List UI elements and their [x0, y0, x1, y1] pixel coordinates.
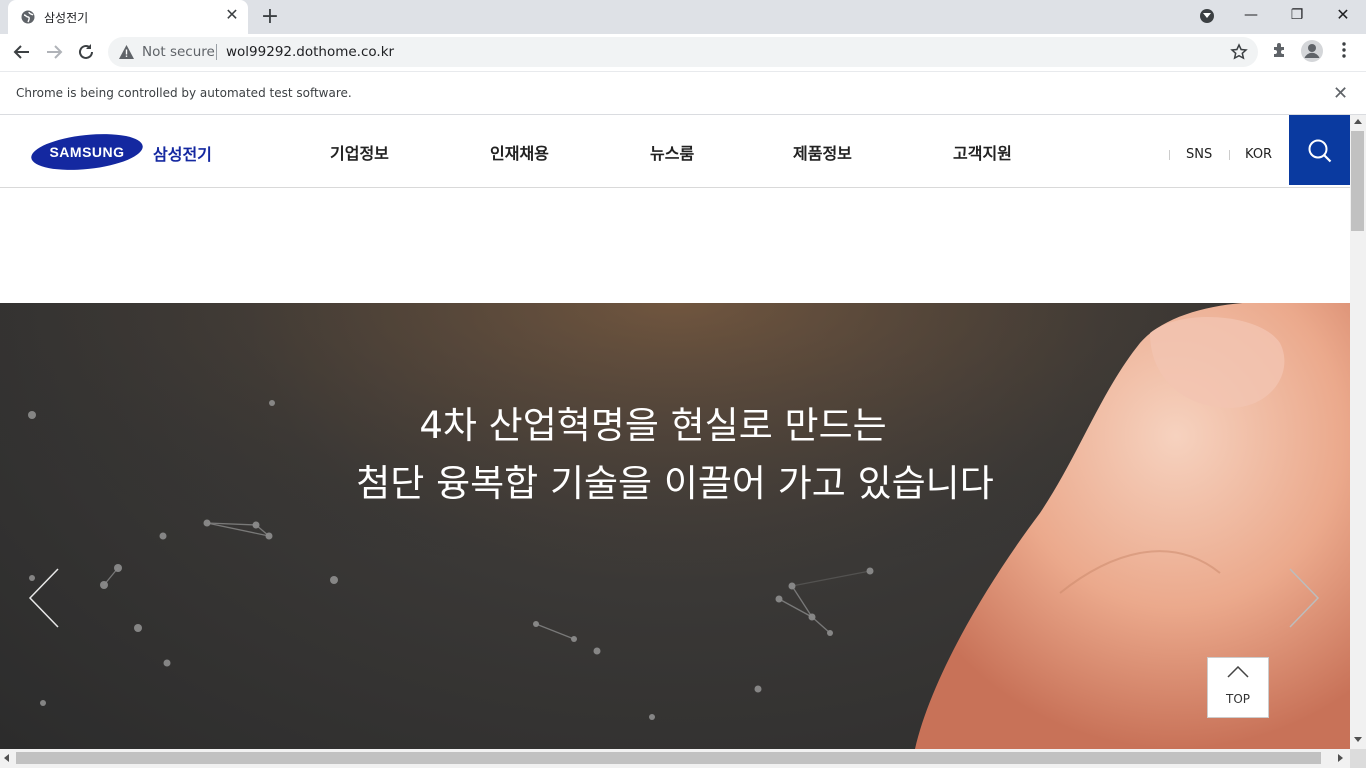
globe-icon [21, 10, 35, 24]
nav-item-careers[interactable]: 인재채용 [490, 140, 549, 164]
browser-tab[interactable]: 삼성전기 ✕ [8, 0, 248, 34]
hero-headline-line2: 첨단 융복합 기술을 이끌어 가고 있습니다 [356, 462, 994, 505]
util-divider [1169, 150, 1170, 160]
security-label[interactable]: Not secure [142, 44, 215, 60]
scroll-down-arrow[interactable] [1354, 737, 1362, 742]
close-window-button[interactable]: ✕ [1320, 0, 1366, 30]
vertical-scroll-thumb[interactable] [1351, 131, 1364, 231]
minimize-button[interactable]: — [1228, 0, 1274, 30]
horizontal-scrollbar[interactable] [0, 749, 1350, 768]
sns-link[interactable]: SNS [1186, 147, 1212, 162]
restore-button[interactable]: ❐ [1274, 0, 1320, 30]
scroll-right-arrow[interactable] [1338, 754, 1343, 762]
warning-icon [119, 45, 134, 59]
back-icon[interactable] [8, 38, 36, 66]
address-bar[interactable]: Not secure wol99292.dothome.co.kr [108, 37, 1258, 67]
browser-toolbar: Not secure wol99292.dothome.co.kr [0, 34, 1366, 71]
url-text[interactable]: wol99292.dothome.co.kr [226, 44, 394, 60]
nav-item-company[interactable]: 기업정보 [330, 140, 389, 164]
chevron-right-icon[interactable] [1288, 568, 1320, 628]
chevron-up-icon [1227, 666, 1249, 678]
tab-close-icon[interactable]: ✕ [224, 7, 240, 23]
util-divider [1229, 150, 1230, 160]
chevron-left-icon[interactable] [28, 568, 60, 628]
site-header: SAMSUNG 삼성전기 기업정보 인재채용 뉴스룸 제품정보 고객지원 SNS… [0, 115, 1350, 188]
star-icon[interactable] [1230, 43, 1248, 61]
reload-icon[interactable] [72, 38, 100, 66]
new-tab-button[interactable]: + [258, 4, 282, 30]
page-viewport: SAMSUNG 삼성전기 기업정보 인재채용 뉴스룸 제품정보 고객지원 SNS… [0, 115, 1350, 749]
language-link[interactable]: KOR [1245, 147, 1272, 162]
infobar-close-icon[interactable]: ✕ [1333, 83, 1348, 104]
menu-icon[interactable] [1337, 41, 1351, 59]
samsung-logo[interactable]: SAMSUNG [30, 133, 144, 171]
infobar-message: Chrome is being controlled by automated … [16, 86, 352, 100]
hero-background-image [0, 303, 1350, 749]
nav-item-newsroom[interactable]: 뉴스룸 [650, 140, 694, 164]
tab-title: 삼성전기 [44, 11, 89, 25]
automation-infobar: Chrome is being controlled by automated … [0, 71, 1366, 115]
logo-text: SAMSUNG [49, 144, 124, 160]
scrollbar-corner [1350, 749, 1366, 768]
tab-search-button[interactable] [1200, 9, 1214, 23]
extensions-icon[interactable] [1271, 41, 1289, 59]
search-icon [1308, 139, 1332, 163]
vertical-scrollbar[interactable] [1350, 115, 1366, 749]
search-button[interactable] [1289, 115, 1350, 185]
hero-headline-line1: 4차 산업혁명을 현실로 만드는 [419, 404, 887, 447]
hero-slider: 4차 산업혁명을 현실로 만드는 첨단 융복합 기술을 이끌어 가고 있습니다 [0, 303, 1350, 749]
account-icon[interactable] [1300, 39, 1324, 63]
nav-item-products[interactable]: 제품정보 [793, 140, 852, 164]
scroll-left-arrow[interactable] [4, 754, 9, 762]
horizontal-scroll-thumb[interactable] [16, 752, 1321, 764]
nav-item-support[interactable]: 고객지원 [953, 140, 1012, 164]
forward-icon[interactable] [40, 38, 68, 66]
tab-strip: 삼성전기 ✕ + — ❐ ✕ [0, 0, 1366, 34]
chevron-down-icon [1203, 13, 1211, 18]
top-button-label: TOP [1225, 692, 1250, 706]
omnibox-divider [216, 44, 217, 60]
scroll-up-arrow[interactable] [1354, 119, 1362, 124]
brand-name[interactable]: 삼성전기 [153, 141, 212, 165]
scroll-to-top-button[interactable]: TOP [1207, 657, 1269, 718]
